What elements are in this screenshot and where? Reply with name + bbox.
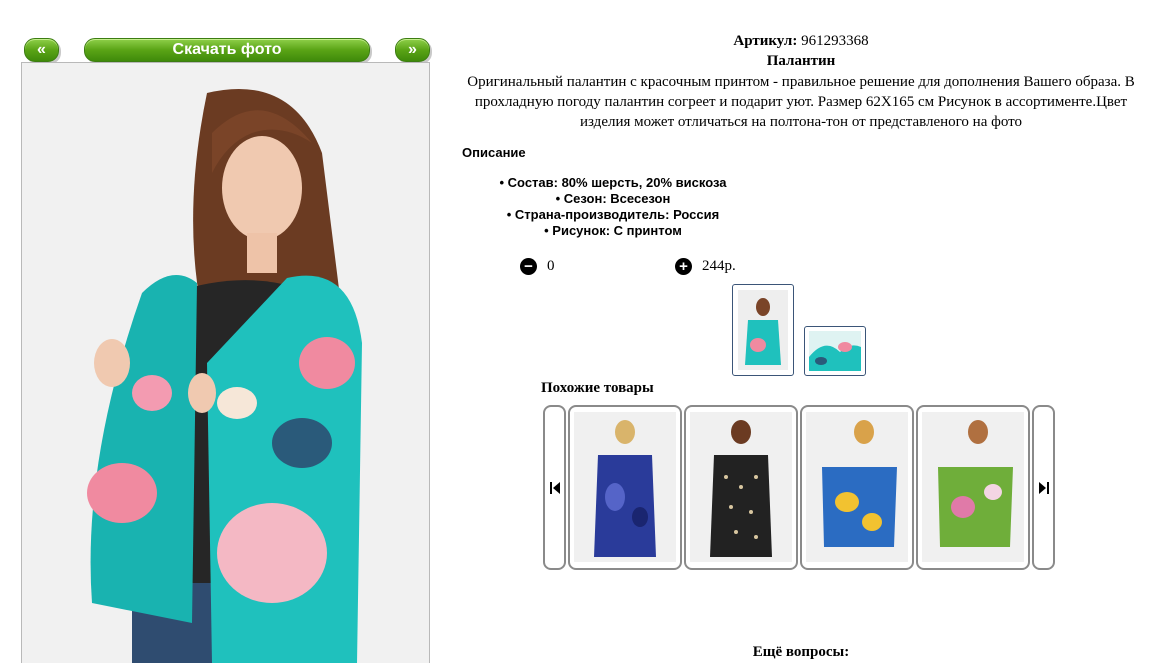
product-photo-dotted	[690, 412, 792, 562]
next-photo-button[interactable]: »	[395, 38, 430, 62]
spec-text: Сезон: Всесезон	[563, 191, 671, 206]
minus-circle-icon[interactable]: −	[520, 258, 537, 275]
description-line-3: изделия может отличаться на полтона-тон …	[580, 114, 1022, 130]
quantity-value: 0	[547, 258, 555, 274]
photo-thumbnail-model[interactable]	[732, 284, 794, 376]
prev-photo-button[interactable]: «	[24, 38, 59, 62]
spec-item: • Состав: 80% шерсть, 20% вискоза	[499, 175, 727, 190]
download-photo-button[interactable]: Скачать фото	[84, 38, 370, 62]
spec-text: Рисунок: С принтом	[552, 223, 682, 238]
photo-thumbnail-pattern[interactable]	[804, 326, 866, 376]
quantity-control: − 0	[520, 258, 555, 275]
similar-products-heading: Похожие товары	[541, 380, 654, 396]
model-photo-illustration	[22, 63, 429, 663]
skip-forward-icon	[1038, 481, 1049, 494]
thumbnail-model-illustration	[738, 290, 788, 370]
main-product-photo	[21, 62, 430, 663]
skip-back-icon	[549, 481, 560, 494]
product-photo-floral-green	[922, 412, 1024, 562]
thumbnail-pattern-illustration	[809, 331, 861, 371]
description-line-1: Оригинальный палантин с красочным принто…	[467, 74, 1135, 90]
product-description: Оригинальный палантин с красочным принто…	[438, 72, 1164, 132]
article-value: 961293368	[801, 33, 869, 49]
article-line: Артикул: 961293368	[438, 33, 1164, 50]
similar-product-card[interactable]	[916, 405, 1030, 570]
description-line-2: прохладную погоду палантин согреет и под…	[474, 94, 1128, 110]
similar-product-card[interactable]	[684, 405, 798, 570]
carousel-prev-button[interactable]	[543, 405, 566, 570]
carousel-next-button[interactable]	[1032, 405, 1055, 570]
price-value: 244р.	[702, 258, 736, 274]
article-label: Артикул:	[733, 33, 798, 49]
spec-item: • Страна-производитель: Россия	[506, 207, 720, 222]
spec-item: • Рисунок: С принтом	[544, 223, 682, 238]
plus-circle-icon[interactable]: +	[675, 258, 692, 275]
product-photo-floral-blue	[806, 412, 908, 562]
spec-item: • Сезон: Всесезон	[555, 191, 671, 206]
price-control: + 244р.	[675, 258, 736, 275]
product-photo-paisley	[574, 412, 676, 562]
product-name: Палантин	[766, 53, 836, 69]
similar-product-card[interactable]	[800, 405, 914, 570]
spec-list: • Состав: 80% шерсть, 20% вискоза • Сезо…	[438, 175, 788, 239]
more-questions-heading: Ещё вопросы:	[752, 644, 850, 660]
spec-text: Страна-производитель: Россия	[514, 207, 720, 222]
spec-text: Состав: 80% шерсть, 20% вискоза	[507, 175, 727, 190]
similar-product-card[interactable]	[568, 405, 682, 570]
description-heading: Описание	[462, 145, 526, 160]
